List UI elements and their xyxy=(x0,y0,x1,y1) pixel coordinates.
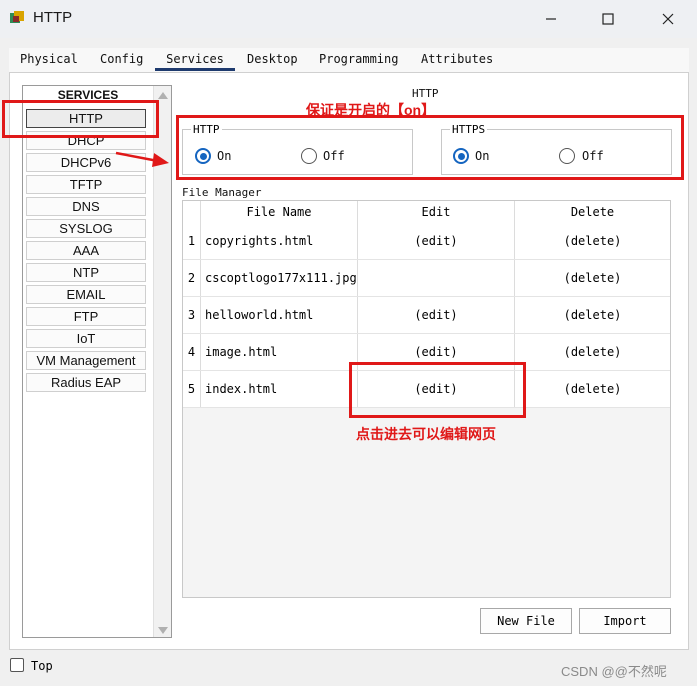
minimize-icon xyxy=(546,18,556,20)
delete-link[interactable]: (delete) xyxy=(514,297,670,333)
service-vm-management[interactable]: VM Management xyxy=(26,351,146,370)
page-title: HTTP xyxy=(412,87,439,100)
service-syslog[interactable]: SYSLOG xyxy=(26,219,146,238)
file-name: cscoptlogo177x111.jpg xyxy=(200,260,357,296)
maximize-button[interactable] xyxy=(585,6,631,32)
click-edit-annotation: 点击进去可以编辑网页 xyxy=(356,426,496,442)
new-file-button[interactable]: New File xyxy=(480,608,572,634)
row-number: 2 xyxy=(187,271,196,285)
title-bar: HTTP xyxy=(0,0,697,38)
service-iot[interactable]: IoT xyxy=(26,329,146,348)
ensure-on-annotation: 保证是开启的【on】 xyxy=(306,102,436,118)
import-button[interactable]: Import xyxy=(579,608,671,634)
http-highlight-box xyxy=(2,100,159,138)
edit-cell xyxy=(357,260,514,296)
annotation-arrow-icon xyxy=(115,151,169,167)
col-file-name: File Name xyxy=(200,201,357,223)
tab-programming[interactable]: Programming xyxy=(319,48,398,71)
close-button[interactable] xyxy=(645,6,691,32)
minimize-button[interactable] xyxy=(528,6,574,32)
http-toggle-highlight-box xyxy=(176,115,684,180)
delete-link[interactable]: (delete) xyxy=(514,260,670,296)
tab-config[interactable]: Config xyxy=(100,48,143,71)
tab-bar: Physical Config Services Desktop Program… xyxy=(9,48,689,72)
packet-tracer-icon xyxy=(10,11,24,23)
watermark: CSDN @@不然呢 xyxy=(561,664,667,679)
table-header: File Name Edit Delete xyxy=(183,201,670,223)
service-ntp[interactable]: NTP xyxy=(26,263,146,282)
window-title: HTTP xyxy=(33,9,73,26)
service-dns[interactable]: DNS xyxy=(26,197,146,216)
file-name: copyrights.html xyxy=(200,223,357,259)
service-aaa[interactable]: AAA xyxy=(26,241,146,260)
table-row: 1 copyrights.html (edit) (delete) xyxy=(183,223,670,260)
col-edit: Edit xyxy=(357,201,514,223)
service-ftp[interactable]: FTP xyxy=(26,307,146,326)
close-icon xyxy=(662,13,674,25)
edit-link[interactable]: (edit) xyxy=(357,297,514,333)
tab-attributes[interactable]: Attributes xyxy=(421,48,493,71)
table-row: 2 cscoptlogo177x111.jpg (delete) xyxy=(183,260,670,297)
col-delete: Delete xyxy=(514,201,670,223)
delete-link[interactable]: (delete) xyxy=(514,223,670,259)
top-checkbox[interactable] xyxy=(10,658,24,672)
row-number: 5 xyxy=(187,382,196,396)
delete-link[interactable]: (delete) xyxy=(514,371,670,407)
row-number: 4 xyxy=(187,345,196,359)
service-tftp[interactable]: TFTP xyxy=(26,175,146,194)
tab-desktop[interactable]: Desktop xyxy=(247,48,298,71)
file-name: index.html xyxy=(200,371,357,407)
file-name: helloworld.html xyxy=(200,297,357,333)
scroll-up-icon[interactable] xyxy=(158,92,168,99)
maximize-icon xyxy=(602,13,614,25)
edit-link[interactable]: (edit) xyxy=(357,223,514,259)
tab-physical[interactable]: Physical xyxy=(20,48,78,71)
tab-services[interactable]: Services xyxy=(155,48,235,71)
top-label: Top xyxy=(31,659,53,673)
file-manager-label: File Manager xyxy=(182,186,262,199)
service-radius-eap[interactable]: Radius EAP xyxy=(26,373,146,392)
table-row: 3 helloworld.html (edit) (delete) xyxy=(183,297,670,334)
edit-highlight-box xyxy=(349,362,526,418)
delete-link[interactable]: (delete) xyxy=(514,334,670,370)
scroll-down-icon[interactable] xyxy=(158,627,168,634)
row-number: 3 xyxy=(187,308,196,322)
file-name: image.html xyxy=(200,334,357,370)
row-number: 1 xyxy=(187,234,196,248)
service-email[interactable]: EMAIL xyxy=(26,285,146,304)
